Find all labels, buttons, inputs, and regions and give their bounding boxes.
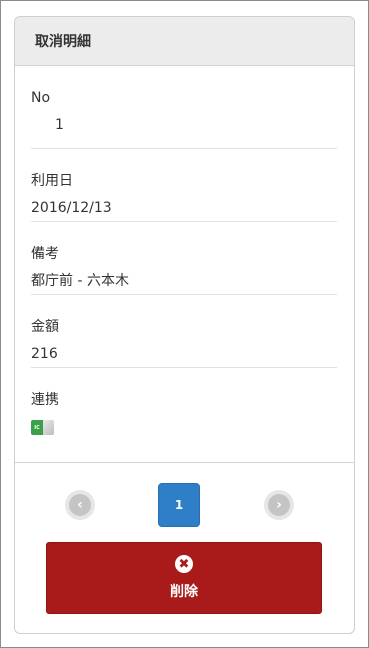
field-note: 備考 都庁前 - 六本木 (31, 222, 337, 295)
field-value: 216 (31, 346, 58, 362)
field-date: 利用日 2016/12/13 (31, 149, 337, 222)
ic-card-icon-text: IC (31, 420, 43, 435)
pagination: ‹ 1 › (15, 483, 354, 527)
close-icon: ✖ (175, 555, 193, 573)
field-no: No 1 (31, 66, 337, 149)
page-button-current[interactable]: 1 (158, 483, 200, 527)
detail-card: 取消明細 No 1 利用日 2016/12/13 備考 都庁前 - 六本木 金額… (14, 16, 355, 634)
field-label: 金額 (31, 319, 59, 335)
field-label: No (31, 90, 51, 106)
field-value: 都庁前 - 六本木 (31, 273, 129, 289)
ic-card-icon: IC (31, 420, 54, 435)
delete-button-label: 削除 (170, 584, 198, 600)
field-label: 利用日 (31, 173, 73, 189)
next-page-button[interactable]: › (264, 490, 294, 520)
ic-card-icon-body (43, 420, 54, 435)
field-amount: 金額 216 (31, 295, 337, 368)
app-frame: 取消明細 No 1 利用日 2016/12/13 備考 都庁前 - 六本木 金額… (0, 0, 369, 648)
chevron-left-icon: ‹ (69, 494, 91, 516)
field-value: 1 (55, 117, 64, 133)
field-label: 備考 (31, 246, 59, 262)
card-header: 取消明細 (15, 17, 354, 66)
chevron-right-icon: › (268, 494, 290, 516)
section-divider (15, 462, 354, 463)
delete-button[interactable]: ✖ 削除 (46, 542, 322, 614)
prev-page-button[interactable]: ‹ (65, 490, 95, 520)
field-label: 連携 (31, 392, 59, 408)
page-title: 取消明細 (35, 34, 91, 50)
page-number: 1 (174, 498, 184, 512)
field-value: 2016/12/13 (31, 200, 112, 216)
field-list: No 1 利用日 2016/12/13 備考 都庁前 - 六本木 金額 216 … (15, 66, 354, 479)
